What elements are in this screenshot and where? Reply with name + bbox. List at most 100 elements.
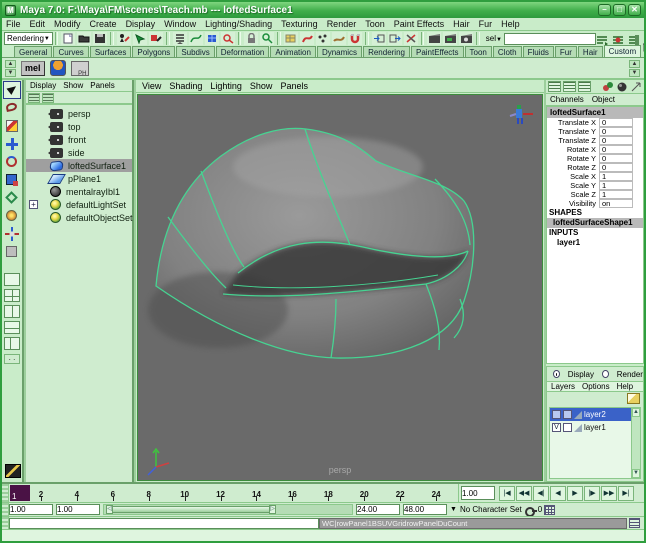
layer-visibility-checkbox[interactable]: [552, 410, 561, 419]
ipr-render-icon[interactable]: [443, 32, 457, 45]
snap-curve-icon[interactable]: [189, 32, 203, 45]
playback-end-field[interactable]: [356, 504, 400, 515]
input-node-name[interactable]: layer1: [547, 238, 643, 248]
menu-set-dropdown[interactable]: Rendering ▼: [4, 32, 53, 45]
shape-node-name[interactable]: loftedSurfaceShape1: [547, 218, 643, 228]
snap-surface-icon[interactable]: [221, 32, 235, 45]
animation-preferences-icon[interactable]: [544, 505, 555, 515]
menu-modify[interactable]: Modify: [54, 19, 81, 29]
character-set-dropdown-icon[interactable]: ▼: [450, 506, 457, 513]
hyperbolic-arrow-icon[interactable]: [630, 81, 642, 93]
outliner-item-top[interactable]: top: [26, 120, 132, 133]
shelf-tab-general[interactable]: General: [14, 46, 52, 57]
create-layer-icon[interactable]: [627, 393, 640, 404]
render-current-frame-icon[interactable]: [427, 32, 441, 45]
animation-start-field[interactable]: [9, 504, 53, 515]
ibl-locator[interactable]: [510, 105, 533, 124]
step-forward-key-button[interactable]: ▶▶: [601, 486, 617, 501]
minimize-button[interactable]: –: [598, 4, 611, 16]
outliner-item-defaultobjectset[interactable]: defaultObjectSet: [26, 211, 132, 224]
menu-texturing[interactable]: Texturing: [281, 19, 318, 29]
channel-value-field[interactable]: 0: [599, 154, 633, 163]
toggle-construction-icon[interactable]: [404, 32, 418, 45]
points-icon[interactable]: [316, 32, 330, 45]
menu-hair[interactable]: Hair: [453, 19, 470, 29]
menu-lighting-shading[interactable]: Lighting/Shading: [205, 19, 272, 29]
range-end-handle[interactable]: ▷: [269, 505, 276, 514]
step-back-key-button[interactable]: ◀◀: [516, 486, 532, 501]
channel-layout-list-icon[interactable]: [548, 81, 561, 92]
channel-value-field[interactable]: 0: [599, 163, 633, 172]
channel-value-field[interactable]: 0: [599, 136, 633, 145]
shelf-tab-painteffects[interactable]: PaintEffects: [411, 46, 464, 57]
scroll-down-icon[interactable]: ▼: [632, 469, 640, 478]
menu-window[interactable]: Window: [164, 19, 196, 29]
layer-playback-checkbox[interactable]: [563, 423, 572, 432]
playback-start-field[interactable]: [56, 504, 100, 515]
outliner-item-loftedsurface1[interactable]: loftedSurface1: [26, 159, 132, 172]
lofted-surface-object[interactable]: [148, 128, 474, 358]
viewport-menu-view[interactable]: View: [142, 81, 161, 91]
shelf-down-icon[interactable]: ▼: [5, 69, 16, 77]
menu-paint-effects[interactable]: Paint Effects: [394, 19, 444, 29]
menu-render[interactable]: Render: [327, 19, 357, 29]
menu-toon[interactable]: Toon: [365, 19, 385, 29]
viewport-menu-shading[interactable]: Shading: [169, 81, 202, 91]
channel-layout-wide-icon[interactable]: [578, 81, 591, 92]
ph-shelf-button[interactable]: PH: [71, 61, 89, 76]
layout-outliner-persp-button[interactable]: [4, 337, 20, 350]
universal-manipulator-tool[interactable]: [4, 190, 20, 206]
go-to-start-button[interactable]: |◀: [499, 486, 515, 501]
channel-value-field[interactable]: 0: [599, 145, 633, 154]
open-scene-icon[interactable]: [77, 32, 91, 45]
mel-shelf-button[interactable]: mel: [21, 61, 45, 76]
layer-row-layer1[interactable]: V layer1: [550, 421, 640, 434]
layout-four-pane-button[interactable]: [4, 289, 20, 302]
shelf-tab-cloth[interactable]: Cloth: [493, 46, 522, 57]
object-menu[interactable]: Object: [592, 95, 615, 104]
outliner-item-front[interactable]: front: [26, 133, 132, 146]
close-button[interactable]: ✕: [628, 4, 641, 16]
layer-visibility-checkbox[interactable]: V: [552, 423, 561, 432]
character-set-label[interactable]: No Character Set: [460, 505, 522, 514]
shelf-scroll-up-icon[interactable]: ▲: [629, 60, 640, 68]
input-connection-icon[interactable]: [372, 32, 386, 45]
menu-file[interactable]: File: [6, 19, 21, 29]
shelf-tab-rendering[interactable]: Rendering: [363, 46, 410, 57]
animation-end-field[interactable]: [403, 504, 447, 515]
scroll-up-icon[interactable]: ▲: [632, 408, 640, 417]
shelf-tab-surfaces[interactable]: Surfaces: [90, 46, 132, 57]
layer-scrollbar[interactable]: ▲ ▼: [631, 408, 640, 478]
paint-select-tool[interactable]: [4, 118, 20, 134]
viewport-menu-show[interactable]: Show: [250, 81, 273, 91]
viewport-canvas[interactable]: persp: [137, 94, 543, 481]
snap-point-icon[interactable]: [205, 32, 219, 45]
connections-icon[interactable]: [300, 32, 314, 45]
channel-value-field[interactable]: 0: [599, 127, 633, 136]
shelf-up-icon[interactable]: ▲: [5, 60, 16, 68]
channel-layout-split-icon[interactable]: [563, 81, 576, 92]
shelf-tab-animation[interactable]: Animation: [270, 46, 316, 57]
scale-tool[interactable]: [4, 172, 20, 188]
select-hierarchy-icon[interactable]: [117, 32, 131, 45]
render-settings-icon[interactable]: [459, 32, 473, 45]
show-attribute-editor-icon[interactable]: [596, 33, 608, 45]
channel-value-field[interactable]: on: [599, 199, 633, 208]
shelf-tab-deformation[interactable]: Deformation: [216, 46, 270, 57]
shelf-switcher[interactable]: ▲ ▼: [5, 58, 18, 78]
maximize-button[interactable]: □: [613, 4, 626, 16]
layout-two-pane-side-button[interactable]: [4, 305, 20, 318]
select-object-icon[interactable]: [133, 32, 147, 45]
auto-keyframe-icon[interactable]: [525, 505, 537, 515]
shelf-tab-toon[interactable]: Toon: [465, 46, 492, 57]
trash-icon[interactable]: [642, 39, 646, 57]
expand-icon[interactable]: +: [29, 200, 38, 209]
outliner-sort-icon[interactable]: [42, 93, 54, 103]
shelf-tab-fur[interactable]: Fur: [555, 46, 577, 57]
channel-value-field[interactable]: 0: [599, 118, 633, 127]
outliner-menu-panels[interactable]: Panels: [90, 81, 114, 90]
outliner-item-mentalrayibl1[interactable]: mentalrayIbl1: [26, 185, 132, 198]
select-component-icon[interactable]: [149, 32, 163, 45]
magnet-icon[interactable]: [348, 32, 362, 45]
custom-shelf-item-icon[interactable]: [50, 60, 66, 76]
